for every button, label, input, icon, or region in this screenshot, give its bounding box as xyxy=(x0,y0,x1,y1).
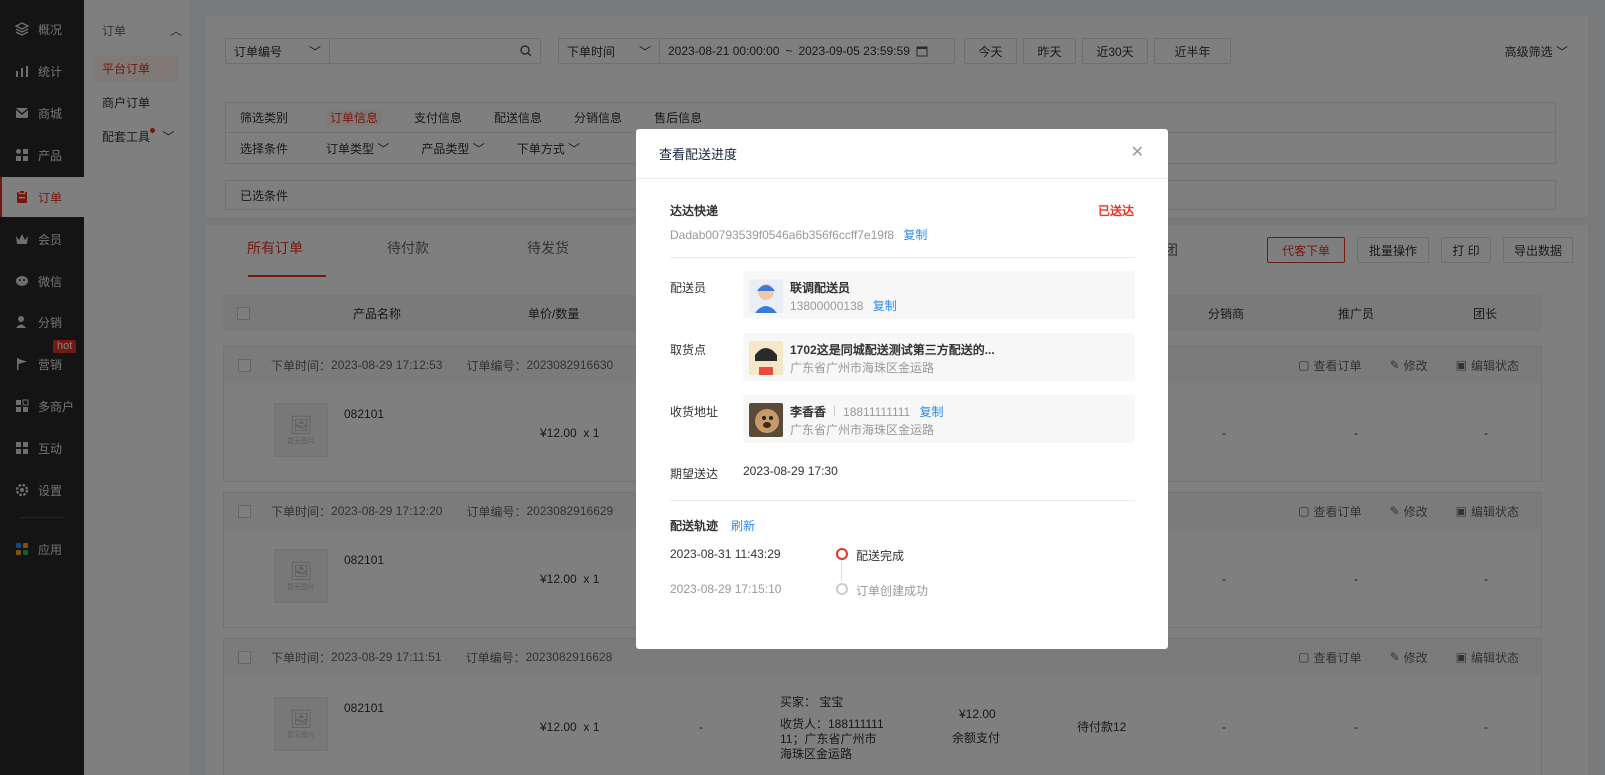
tracking-number: Dadab00793539f0546a6b356f6ccff7e19f8 xyxy=(670,228,894,242)
pickup-avatar xyxy=(749,341,783,375)
rider-row: 配送员 联调配送员 13800000138 复制 xyxy=(670,271,1135,319)
delivery-status: 已送达 xyxy=(1097,204,1134,218)
timeline-dot xyxy=(836,583,848,595)
receiver-avatar xyxy=(749,403,783,437)
close-icon[interactable]: ✕ xyxy=(1131,145,1144,161)
refresh-button[interactable]: 刷新 xyxy=(731,517,755,534)
copy-tracking-button[interactable]: 复制 xyxy=(903,228,927,242)
expected-time: 2023-08-29 17:30 xyxy=(743,464,838,478)
copy-rider-phone-button[interactable]: 复制 xyxy=(873,299,897,313)
modal-title: 查看配送进度 xyxy=(659,147,738,162)
courier-name: 达达快递 xyxy=(670,204,719,218)
copy-receiver-button[interactable]: 复制 xyxy=(920,405,944,419)
timeline-dot-done xyxy=(836,548,848,560)
rider-avatar xyxy=(749,279,783,313)
pickup-row: 取货点 1702这是同城配送测试第三方配送的... 广东省广州市海珠区金运路 xyxy=(670,333,1135,381)
delivery-progress-modal: 查看配送进度 ✕ 达达快递 已送达 Dadab00793539f0546a6b3… xyxy=(636,129,1168,649)
timeline-line xyxy=(841,560,842,581)
receiver-row: 收货地址 李香香 18811111111 复制 广东省广州市海珠区金运路 xyxy=(670,395,1135,443)
